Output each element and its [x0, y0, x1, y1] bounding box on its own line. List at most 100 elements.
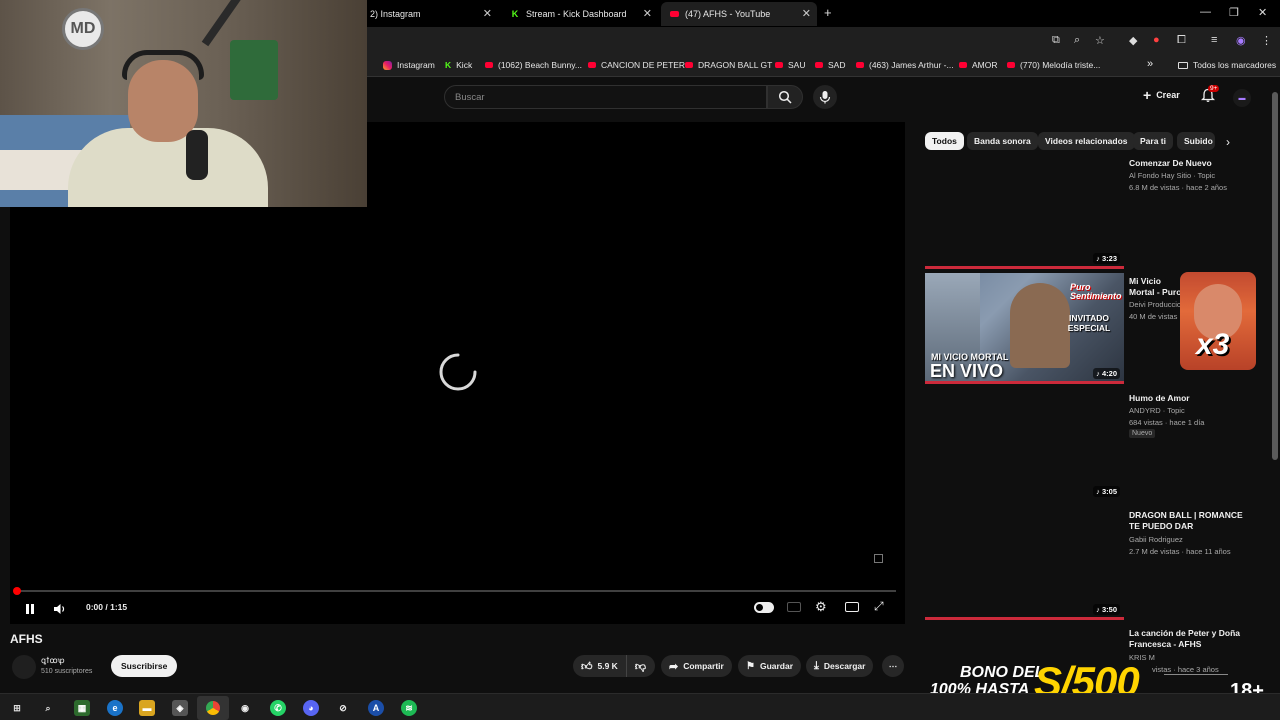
extensions-puzzle-icon[interactable]: ⧠ [1177, 34, 1186, 47]
chip-todos[interactable]: Todos [925, 132, 964, 150]
theater-mode-icon[interactable] [845, 602, 859, 612]
like-button[interactable]: 👍︎ 5.9 K [573, 655, 627, 677]
related-title[interactable]: Humo de Amor [1129, 393, 1249, 404]
tab-kick-dashboard[interactable]: K Stream - Kick Dashboard ✕ [502, 2, 658, 26]
whatsapp-icon[interactable]: ✆ [270, 700, 286, 716]
tab-instagram[interactable]: 2) Instagram ✕ [362, 2, 498, 26]
account-avatar[interactable]: ▬ [1233, 89, 1251, 107]
download-button[interactable]: ⤓ Descargar [806, 655, 874, 677]
restore-icon[interactable]: ❐ [1229, 6, 1239, 19]
steam-icon[interactable]: ⊘ [335, 700, 351, 716]
related-channel[interactable]: Deivi Producciones [1129, 300, 1181, 309]
search-input[interactable]: Buscar [444, 85, 767, 109]
bookmarks-overflow-button[interactable]: » [1147, 58, 1153, 70]
channel-avatar[interactable] [12, 655, 36, 679]
chevron-right-icon[interactable]: › [1226, 135, 1230, 149]
bookmark-kick[interactable]: K Kick [445, 60, 472, 70]
bookmark-beach-bunny[interactable]: (1062) Beach Bunny... [485, 60, 582, 70]
related-title[interactable]: Mi Vicio Mortal - Puro Sentimiento En Vi… [1129, 276, 1185, 300]
chip-subido[interactable]: Subido [1177, 132, 1215, 150]
voice-search-button[interactable] [813, 85, 837, 109]
bookmark-james-arthur[interactable]: (463) James Arthur -... [856, 60, 954, 70]
subtitles-icon[interactable] [787, 602, 801, 612]
progress-bar[interactable] [13, 587, 896, 595]
dislike-button[interactable]: 👎︎ [627, 655, 654, 677]
widgets-icon[interactable]: ▦ [74, 700, 90, 716]
new-tab-button[interactable]: + [824, 5, 832, 20]
related-thumbnail[interactable]: ♪ 3:50 [925, 509, 1124, 620]
related-title[interactable]: La canción de Peter y Doña Francesca - A… [1129, 628, 1249, 650]
related-channel[interactable]: Al Fondo Hay Sitio · Topic [1129, 171, 1215, 180]
edge-icon[interactable]: e [107, 700, 123, 716]
chip-banda-sonora[interactable]: Banda sonora [967, 132, 1038, 150]
bookmark-star-icon[interactable]: ☆ [1095, 34, 1105, 47]
notifications-button[interactable]: 9+ [1200, 85, 1220, 108]
media-controls-icon[interactable]: ≡ [1211, 34, 1217, 46]
webcam-logo: MD [62, 8, 104, 50]
file-explorer-icon[interactable]: ▬ [139, 700, 155, 716]
related-thumbnail[interactable]: ♪ 3:23 [925, 158, 1124, 269]
like-dislike-group: 👍︎ 5.9 K 👎︎ [573, 655, 655, 677]
related-meta: 40 M de vistas · hace [1129, 312, 1181, 321]
duration-text: 3:50 [1101, 605, 1117, 614]
save-button[interactable]: ⚑ Guardar [738, 655, 802, 677]
more-actions-button[interactable]: ⋯ [882, 655, 904, 677]
related-thumbnail[interactable]: ♪ 3:05 [925, 391, 1124, 502]
obs-icon[interactable]: ◉ [237, 700, 253, 716]
search-icon[interactable]: ⌕ [40, 700, 56, 716]
instagram-icon [383, 60, 392, 70]
related-channel[interactable]: Gabii Rodriguez [1129, 535, 1183, 544]
minimize-icon[interactable]: — [1200, 6, 1211, 18]
autoplay-toggle[interactable] [754, 602, 774, 613]
bookmark-cancion-de-peter[interactable]: CANCION DE PETER [588, 60, 685, 70]
bookmark-instagram[interactable]: Instagram [383, 60, 435, 70]
pause-button[interactable] [24, 602, 36, 620]
fullscreen-icon[interactable]: ⤢ [874, 599, 884, 614]
related-title[interactable]: Comenzar De Nuevo [1129, 158, 1249, 169]
bookmark-sad[interactable]: SAD [815, 60, 845, 70]
extension-red-icon[interactable]: ● [1153, 34, 1160, 46]
related-thumbnail[interactable]: Puro Sentimiento INVITADO ESPECIAL MI VI… [925, 273, 1124, 384]
volume-button[interactable] [53, 602, 66, 620]
related-title[interactable]: DRAGON BALL | ROMANCE TE PUEDO DAR [1129, 510, 1249, 532]
extension-icon[interactable]: ◆ [1129, 34, 1137, 47]
tab-youtube[interactable]: (47) AFHS - YouTube ✕ [661, 2, 817, 26]
all-bookmarks-folder[interactable]: Todos los marcadores [1178, 60, 1276, 70]
settings-gear-icon[interactable]: ⚙ [815, 599, 827, 615]
webcam-poster [230, 40, 278, 100]
youtube-icon [485, 62, 493, 68]
zoom-icon[interactable]: ⌕ [1074, 34, 1080, 47]
close-icon[interactable]: ✕ [483, 7, 492, 20]
profile-avatar[interactable]: ◉ [1236, 34, 1246, 47]
duration-badge: ♪ 4:20 [1093, 368, 1120, 379]
ea-app-icon[interactable]: A [368, 700, 384, 716]
create-button[interactable]: + Crear [1143, 88, 1180, 102]
page-scrollbar[interactable] [1272, 92, 1278, 460]
bookmark-amor[interactable]: AMOR [959, 60, 998, 70]
channel-name[interactable]: ꝗꝉꝏꝕ [41, 655, 65, 666]
progress-scrubber[interactable] [13, 587, 21, 595]
create-label: Crear [1156, 90, 1180, 100]
download-label: Descargar [823, 661, 866, 671]
share-button[interactable]: ➦ Compartir [661, 655, 732, 677]
close-window-icon[interactable]: ✕ [1258, 6, 1267, 19]
close-icon[interactable]: ✕ [643, 7, 652, 20]
chip-para-ti[interactable]: Para ti [1133, 132, 1173, 150]
chrome-taskbar-button[interactable] [197, 696, 229, 720]
windows-start-icon[interactable]: ⊞ [9, 700, 25, 716]
chip-videos-relacionados[interactable]: Videos relacionados [1038, 132, 1135, 150]
discord-icon[interactable]: ◕ [303, 700, 319, 716]
related-channel[interactable]: ANDYRD · Topic [1129, 406, 1185, 415]
subscribe-button[interactable]: Suscribirse [111, 655, 178, 677]
spotify-icon[interactable]: ≋ [401, 700, 417, 716]
search-button[interactable] [767, 85, 803, 109]
cast-icon[interactable]: ⧉ [1052, 34, 1060, 47]
bookmark-dragon-ball-gt[interactable]: DRAGON BALL GT [685, 60, 772, 70]
close-icon[interactable]: ✕ [802, 7, 811, 20]
bookmark-label: CANCION DE PETER [601, 60, 686, 70]
bookmark-melodia-triste[interactable]: (770) Melodía triste... [1007, 60, 1100, 70]
app-icon[interactable]: ◈ [172, 700, 188, 716]
menu-kebab-icon[interactable]: ⋮ [1261, 34, 1272, 47]
notifications-badge: 9+ [1208, 85, 1220, 92]
bookmark-sau[interactable]: SAU [775, 60, 805, 70]
